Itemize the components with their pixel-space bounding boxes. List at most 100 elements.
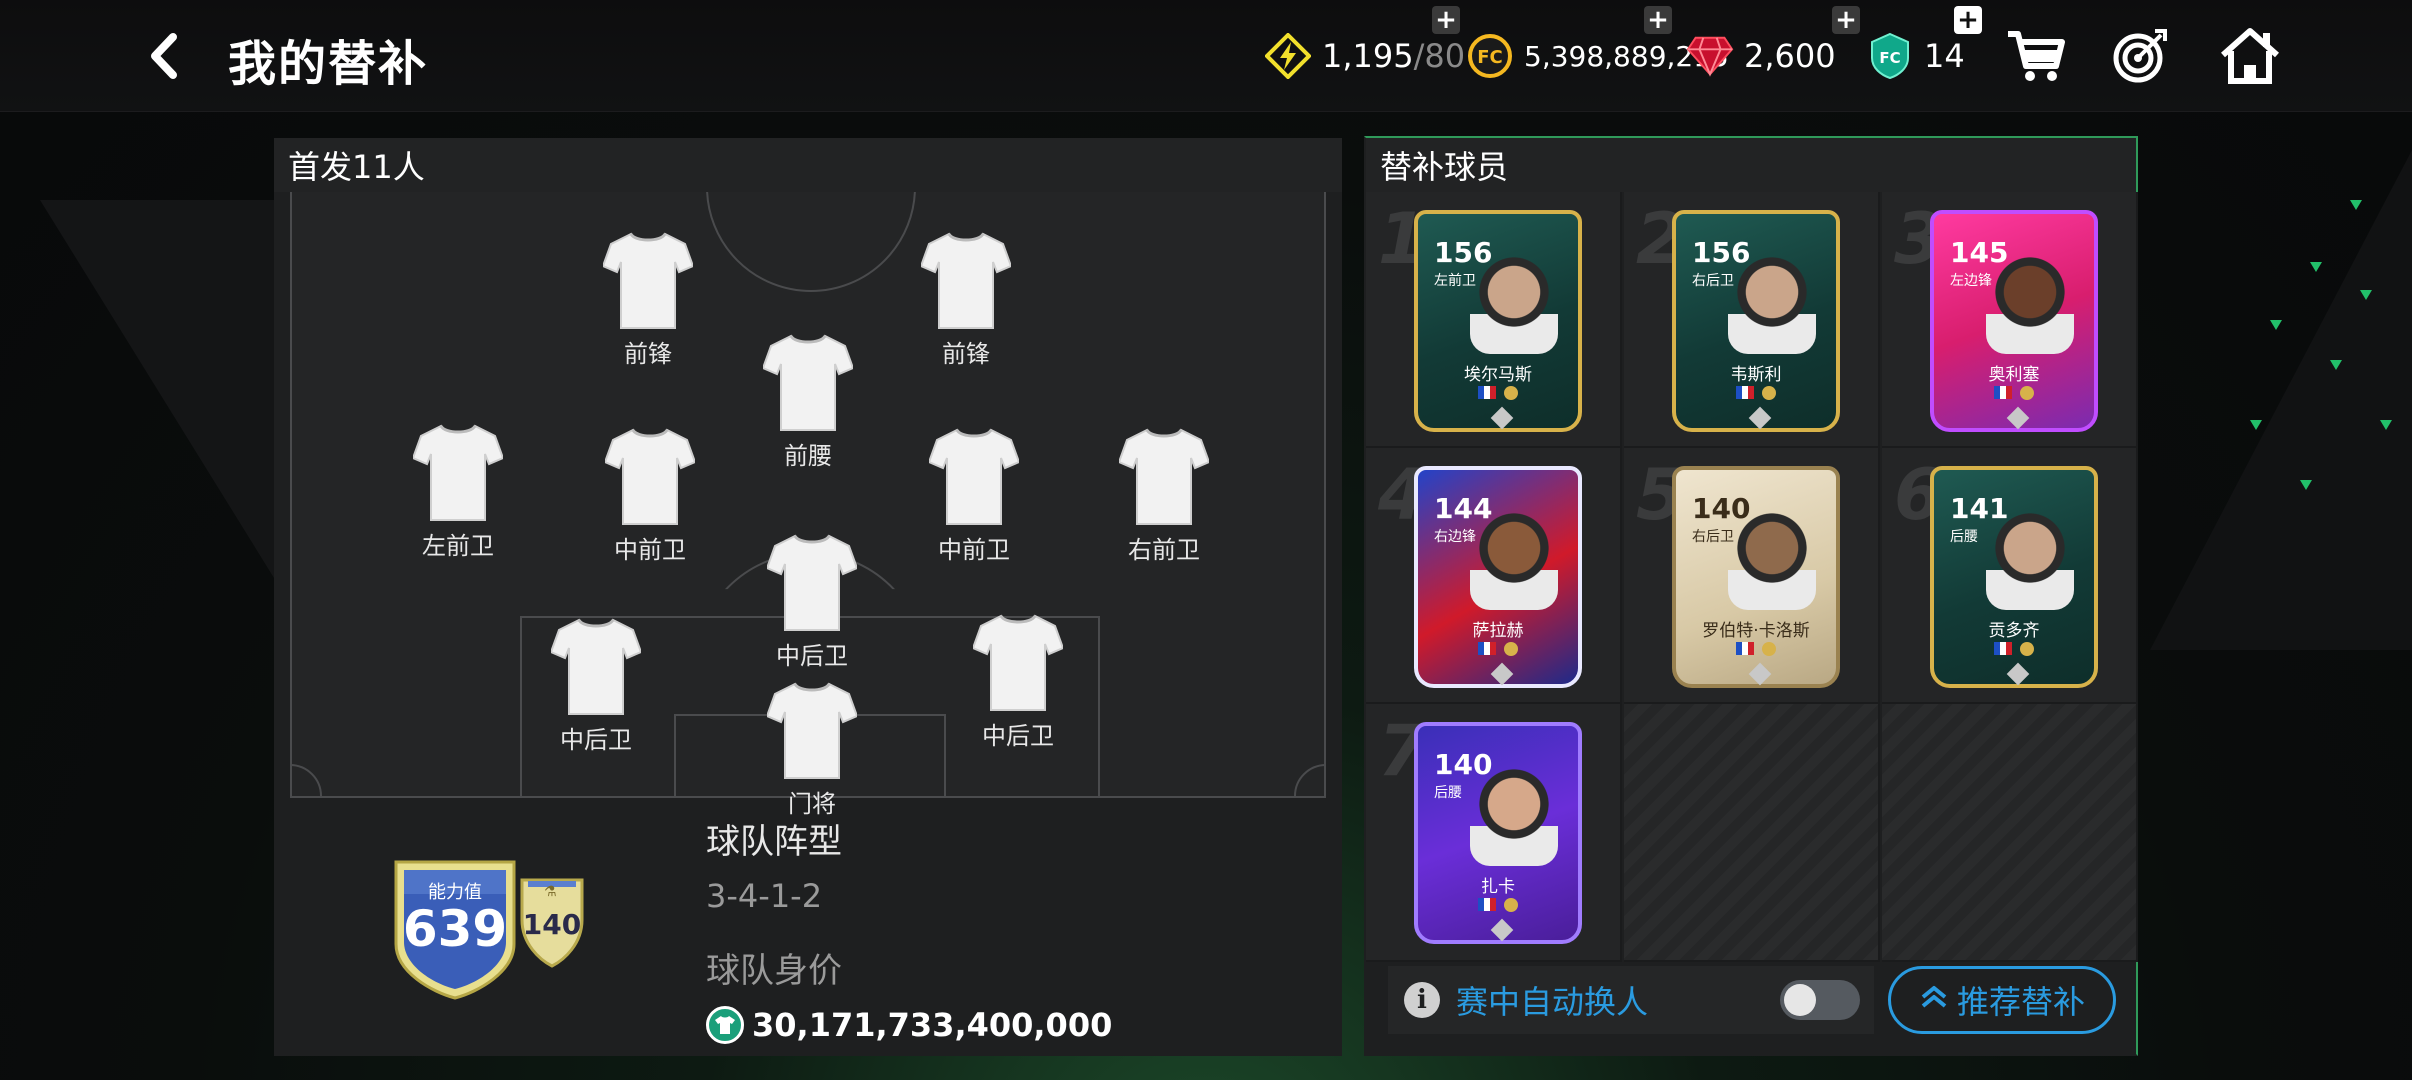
home-icon[interactable]	[2218, 26, 2282, 86]
club-badge-icon	[2020, 386, 2034, 400]
player-card[interactable]: 144 右边锋 萨拉赫	[1414, 466, 1582, 688]
player-position: 前锋	[942, 340, 990, 368]
points-value: 14	[1924, 37, 1965, 75]
player-position: 前腰	[784, 442, 832, 470]
player-card[interactable]: 156 左前卫 埃尔马斯	[1414, 210, 1582, 432]
sub-slot[interactable]: 3 145 左边锋 奥利塞	[1882, 192, 2138, 448]
toggle-knob	[1784, 984, 1816, 1016]
info-icon[interactable]: i	[1404, 982, 1440, 1018]
cart-icon[interactable]	[2004, 26, 2068, 86]
shirt-icon	[919, 230, 1013, 334]
card-rating: 140	[1692, 492, 1751, 525]
formation-label: 球队阵型	[706, 822, 842, 862]
auto-sub-toggle[interactable]	[1780, 980, 1860, 1020]
energy-add-button[interactable]: +	[1432, 6, 1460, 34]
pitch-player[interactable]: 中前卫	[914, 426, 1034, 565]
starters-title: 首发11人	[274, 138, 1342, 192]
double-chevron-up-icon	[1919, 985, 1949, 1016]
empty-sub-slot[interactable]	[1624, 704, 1880, 962]
player-card[interactable]: 140 后腰 扎卡	[1414, 722, 1582, 944]
player-portrait	[1470, 766, 1558, 866]
player-position: 中后卫	[982, 722, 1054, 750]
pitch-player[interactable]: 前锋	[588, 230, 708, 369]
nation-flag-icon	[1478, 642, 1496, 655]
subs-bottom-bar: i 赛中自动换人 推荐替补	[1388, 966, 2118, 1034]
pitch-player[interactable]: 左前卫	[398, 422, 518, 561]
club-badge-icon	[1504, 642, 1518, 656]
card-player-name: 萨拉赫	[1472, 621, 1524, 641]
card-position: 右后卫	[1692, 529, 1734, 545]
recommend-subs-label: 推荐替补	[1956, 983, 2085, 1021]
shirt-icon	[765, 680, 859, 784]
card-position: 后腰	[1434, 785, 1462, 801]
pitch-player[interactable]: 中后卫	[958, 612, 1078, 751]
team-value-label: 球队身价	[706, 951, 842, 991]
currency-gems: 2,600 +	[1686, 6, 1860, 84]
pitch-player[interactable]: 中后卫	[752, 532, 872, 671]
card-rating: 145	[1950, 236, 2009, 269]
pitch-player[interactable]: 中前卫	[590, 426, 710, 565]
energy-max: /80	[1413, 37, 1466, 75]
sub-slot[interactable]: 7 140 后腰 扎卡	[1366, 704, 1622, 962]
card-gem-icon	[1490, 918, 1514, 942]
overall-value: 639	[402, 900, 508, 958]
gems-add-button[interactable]: +	[1832, 6, 1860, 34]
sub-slot[interactable]: 6 141 后腰 贡多齐	[1882, 448, 2138, 704]
card-rating: 156	[1692, 236, 1751, 269]
player-card[interactable]: 156 右后卫 韦斯利	[1672, 210, 1840, 432]
energy-value: 1,195	[1322, 37, 1414, 75]
club-badge-icon	[1504, 386, 1518, 400]
nation-flag-icon	[1736, 386, 1754, 399]
nation-flag-icon	[1994, 386, 2012, 399]
player-position: 中前卫	[614, 536, 686, 564]
background-dot	[2350, 200, 2362, 210]
card-gem-icon	[1748, 662, 1772, 686]
player-card[interactable]: 145 左边锋 奥利塞	[1930, 210, 2098, 432]
chevron-left-icon	[151, 33, 177, 79]
sub-slot[interactable]: 2 156 右后卫 韦斯利	[1624, 192, 1880, 448]
recommend-subs-button[interactable]: 推荐替补	[1888, 966, 2116, 1034]
pitch-player[interactable]: 中后卫	[536, 616, 656, 755]
shirt-icon	[549, 616, 643, 720]
card-position: 左边锋	[1950, 273, 1992, 289]
sub-slot[interactable]: 1 156 左前卫 埃尔马斯	[1366, 192, 1622, 448]
team-info: 球队阵型 3-4-1-2 球队身价 30,171,733,400,000	[706, 814, 1112, 1044]
subs-title: 替补球员	[1366, 138, 2136, 192]
sub-slot[interactable]: 5 140 右后卫 罗伯特·卡洛斯	[1624, 448, 1880, 704]
card-gem-icon	[2006, 406, 2030, 430]
background-dot	[2310, 262, 2322, 272]
nation-flag-icon	[1994, 642, 2012, 655]
pitch-player[interactable]: 右前卫	[1104, 426, 1224, 565]
svg-text:FC: FC	[1879, 49, 1900, 67]
nation-flag-icon	[1736, 642, 1754, 655]
card-gem-icon	[2006, 662, 2030, 686]
card-position: 后腰	[1950, 529, 1978, 545]
player-portrait	[1986, 254, 2074, 354]
sub-slot[interactable]: 4 144 右边锋 萨拉赫	[1366, 448, 1622, 704]
card-gem-icon	[1490, 662, 1514, 686]
background-dot	[2300, 480, 2312, 490]
boost-value: 140	[522, 908, 582, 941]
page-title: 我的替补	[228, 36, 429, 92]
empty-sub-slot[interactable]	[1882, 704, 2138, 962]
background-dot	[2330, 360, 2342, 370]
pitch-player[interactable]: 前锋	[906, 230, 1026, 369]
pitch-player[interactable]: 门将	[752, 680, 872, 819]
coins-add-button[interactable]: +	[1644, 6, 1672, 34]
pitch-player[interactable]: 前腰	[748, 332, 868, 471]
player-card[interactable]: 141 后腰 贡多齐	[1930, 466, 2098, 688]
svg-text:FC: FC	[1477, 47, 1503, 68]
flask-icon: ⚗	[544, 884, 557, 900]
back-button[interactable]	[140, 28, 188, 84]
auto-sub-label: 赛中自动换人	[1456, 983, 1649, 1021]
card-player-name: 埃尔马斯	[1464, 365, 1532, 385]
team-rating-badge: 能力值 639 ⚗ 140	[394, 860, 614, 1000]
player-portrait	[1728, 254, 1816, 354]
player-card[interactable]: 140 右后卫 罗伯特·卡洛斯	[1672, 466, 1840, 688]
team-value: 30,171,733,400,000	[752, 1006, 1113, 1044]
starters-panel: 首发11人 前锋 前锋 前腰 左前卫 中前卫 中前卫 右前卫 中后卫 中后卫 中后卫 门将 能力值 …	[274, 138, 1342, 1056]
points-add-button[interactable]: +	[1954, 6, 1982, 34]
target-icon[interactable]	[2108, 26, 2172, 86]
points-icon: FC	[1866, 32, 1914, 80]
player-portrait	[1728, 510, 1816, 610]
